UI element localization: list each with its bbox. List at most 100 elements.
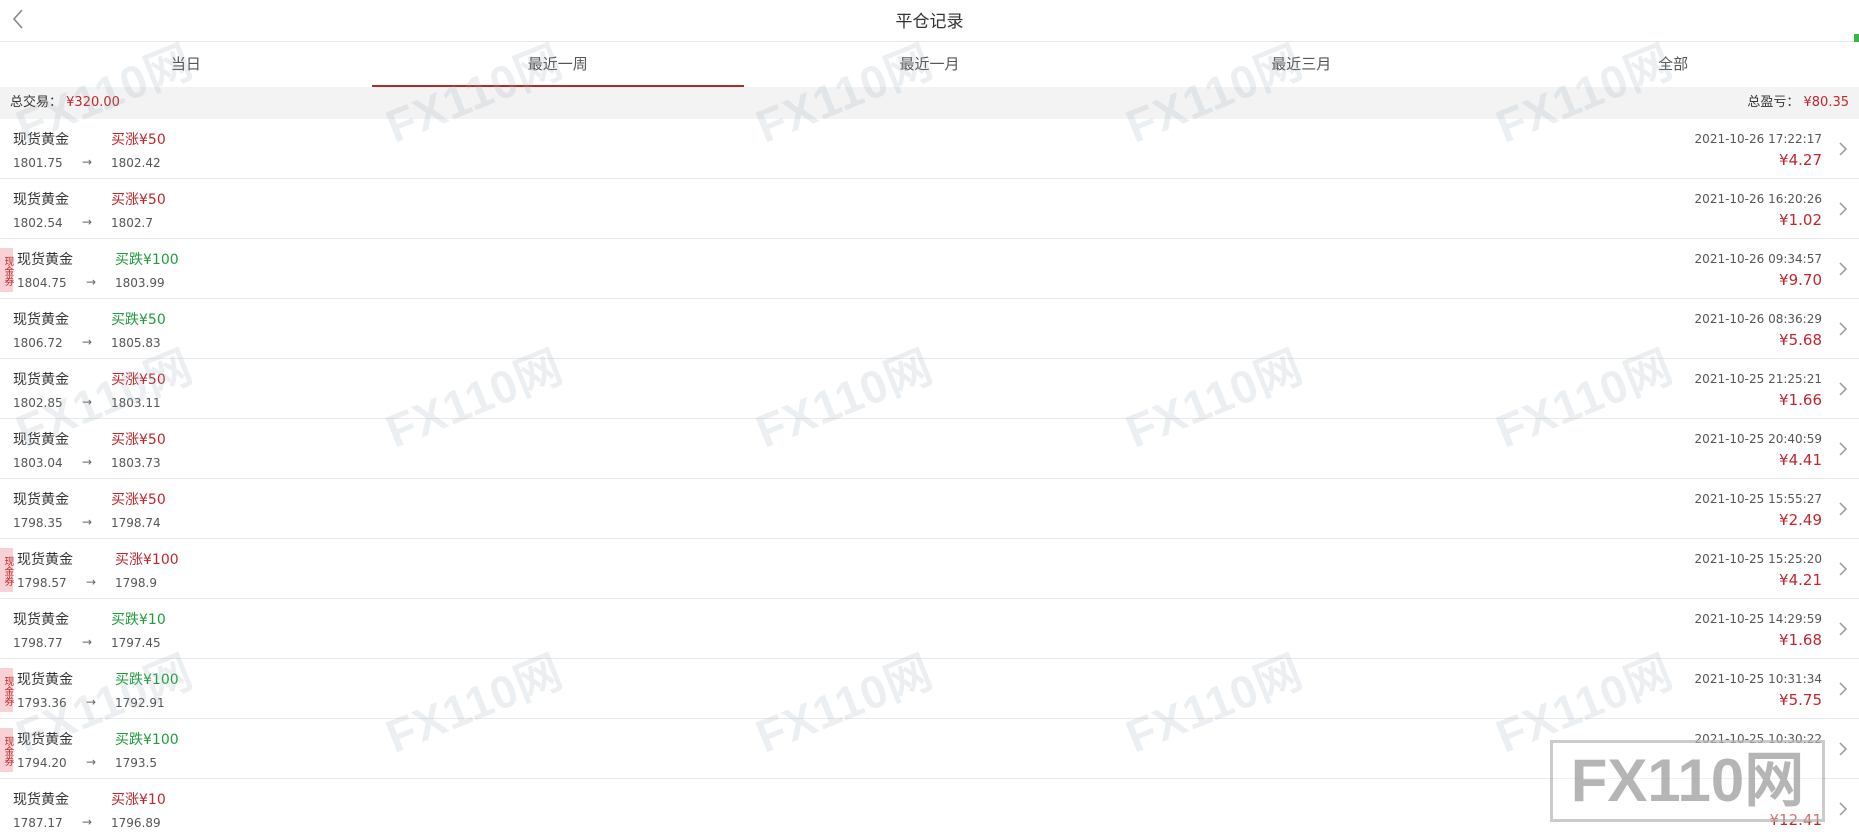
closed-position-list: 现货黄金 买涨¥50 1801.75 → 1802.42 2021-10-26 17:22… — [0, 119, 1859, 838]
total-pl-label: 总盈亏： — [1747, 95, 1800, 110]
open-price: 1794.20 — [17, 756, 67, 770]
chevron-right-icon — [1839, 622, 1848, 636]
open-price: 1803.04 — [13, 456, 63, 470]
trade-row[interactable]: 现货黄金 买涨¥50 1801.75 → 1802.42 2021-10-26 17:22… — [0, 119, 1859, 179]
arrow-icon: → — [82, 335, 93, 349]
total-pl-value: ¥80.35 — [1803, 95, 1850, 110]
arrow-icon: → — [82, 815, 93, 829]
close-price: 1802.42 — [111, 156, 161, 170]
open-price: 1798.77 — [13, 636, 63, 650]
profit-value: ¥1.66 — [1779, 391, 1822, 409]
trade-row[interactable]: 现金券 现货黄金 买涨¥100 1798.57 → 1798.9 2021-10-25 15… — [0, 539, 1859, 599]
trade-row[interactable]: 现货黄金 买涨¥50 1803.04 → 1803.73 2021-10-25 20:40… — [0, 419, 1859, 479]
direction-amount: 买跌¥100 — [115, 672, 179, 688]
close-time: 2021-10-25 14:29:59 — [1694, 612, 1822, 626]
trade-row[interactable]: 现货黄金 买涨¥50 1802.54 → 1802.7 2021-10-26 16:20:… — [0, 179, 1859, 239]
open-price: 1801.75 — [13, 156, 63, 170]
trade-row[interactable]: 现货黄金 买涨¥10 1787.17 → 1796.89 ¥12.41 — [0, 779, 1859, 838]
profit-value: ¥4.27 — [1779, 151, 1822, 169]
chevron-right-icon — [1839, 142, 1848, 156]
close-price: 1803.11 — [111, 396, 161, 410]
chevron-right-icon — [1839, 322, 1848, 336]
open-price: 1798.35 — [13, 516, 63, 530]
chevron-right-icon — [1839, 202, 1848, 216]
arrow-icon: → — [82, 455, 93, 469]
arrow-icon: → — [82, 635, 93, 649]
close-price: 1803.99 — [115, 276, 165, 290]
direction-amount: 买涨¥50 — [111, 132, 166, 148]
close-price: 1798.74 — [111, 516, 161, 530]
product-name: 现货黄金 — [13, 372, 69, 388]
profit-value: ¥2.49 — [1779, 511, 1822, 529]
direction-amount: 买涨¥50 — [111, 492, 166, 508]
close-time: 2021-10-25 21:25:21 — [1694, 372, 1822, 386]
total-trade: 总交易： ¥320.00 — [10, 87, 120, 119]
close-time: 2021-10-25 10:30:22 — [1694, 732, 1822, 746]
trade-row[interactable]: 现货黄金 买跌¥50 1806.72 → 1805.83 2021-10-26 08:36… — [0, 299, 1859, 359]
period-tabs: 当日 最近一周 最近一月 最近三月 全部 — [0, 42, 1859, 87]
chevron-right-icon — [1839, 682, 1848, 696]
open-price: 1793.36 — [17, 696, 67, 710]
trade-row[interactable]: 现货黄金 买跌¥10 1798.77 → 1797.45 2021-10-25 14:29… — [0, 599, 1859, 659]
close-time: 2021-10-26 17:22:17 — [1694, 132, 1822, 146]
close-time: 2021-10-25 15:25:20 — [1694, 552, 1822, 566]
open-price: 1802.54 — [13, 216, 63, 230]
trade-row[interactable]: 现金券 现货黄金 买跌¥100 1793.36 → 1792.91 2021-10-25 1… — [0, 659, 1859, 719]
tab-4[interactable]: 全部 — [1487, 42, 1859, 87]
arrow-icon: → — [82, 155, 93, 169]
direction-amount: 买跌¥10 — [111, 612, 166, 628]
close-time: 2021-10-26 09:34:57 — [1694, 252, 1822, 266]
close-price: 1805.83 — [111, 336, 161, 350]
direction-amount: 买涨¥100 — [115, 552, 179, 568]
coupon-badge: 现金券 — [0, 668, 13, 712]
close-price: 1792.91 — [115, 696, 165, 710]
header-bar: 平仓记录 — [0, 0, 1859, 42]
arrow-icon: → — [86, 755, 97, 769]
trade-row[interactable]: 现货黄金 买涨¥50 1798.35 → 1798.74 2021-10-25 15:55… — [0, 479, 1859, 539]
product-name: 现货黄金 — [13, 432, 69, 448]
profit-value: ¥5.75 — [1779, 691, 1822, 709]
direction-amount: 买跌¥100 — [115, 732, 179, 748]
chevron-right-icon — [1839, 562, 1848, 576]
chevron-right-icon — [1839, 742, 1848, 756]
product-name: 现货黄金 — [13, 192, 69, 208]
tab-0[interactable]: 当日 — [0, 42, 372, 87]
total-trade-label: 总交易： — [10, 95, 63, 110]
coupon-badge: 现金券 — [0, 248, 13, 292]
chevron-right-icon — [1839, 382, 1848, 396]
product-name: 现货黄金 — [13, 132, 69, 148]
tab-3[interactable]: 最近三月 — [1115, 42, 1487, 87]
close-price: 1797.45 — [111, 636, 161, 650]
arrow-icon: → — [82, 215, 93, 229]
close-time: 2021-10-25 10:31:34 — [1694, 672, 1822, 686]
profit-value: ¥1.68 — [1779, 631, 1822, 649]
tab-2[interactable]: 最近一月 — [744, 42, 1116, 87]
chevron-right-icon — [1839, 802, 1848, 816]
direction-amount: 买涨¥50 — [111, 432, 166, 448]
arrow-icon: → — [86, 275, 97, 289]
close-price: 1798.9 — [115, 576, 157, 590]
profit-value: ¥12.41 — [1769, 811, 1823, 829]
profit-value: ¥4.21 — [1779, 571, 1822, 589]
trade-row[interactable]: 现金券 现货黄金 买跌¥100 1804.75 → 1803.99 2021-10-26 0… — [0, 239, 1859, 299]
open-price: 1802.85 — [13, 396, 63, 410]
coupon-badge: 现金券 — [0, 548, 13, 592]
trade-row[interactable]: 现金券 现货黄金 买跌¥100 1794.20 → 1793.5 2021-10-25 10… — [0, 719, 1859, 779]
total-profit-loss: 总盈亏： ¥80.35 — [1747, 87, 1849, 119]
tab-1[interactable]: 最近一周 — [371, 42, 744, 87]
direction-amount: 买跌¥100 — [115, 252, 179, 268]
close-price: 1793.5 — [115, 756, 157, 770]
arrow-icon: → — [82, 515, 93, 529]
profit-value: ¥4.41 — [1779, 451, 1822, 469]
trade-row[interactable]: 现货黄金 买涨¥50 1802.85 → 1803.11 2021-10-25 21:25… — [0, 359, 1859, 419]
direction-amount: 买跌¥50 — [111, 312, 166, 328]
coupon-badge: 现金券 — [0, 728, 13, 772]
arrow-icon: → — [82, 395, 93, 409]
product-name: 现货黄金 — [17, 552, 73, 568]
profit-value: ¥9.70 — [1779, 271, 1822, 289]
product-name: 现货黄金 — [17, 252, 73, 268]
close-price: 1802.7 — [111, 216, 153, 230]
close-time: 2021-10-26 16:20:26 — [1694, 192, 1822, 206]
total-trade-value: ¥320.00 — [66, 95, 120, 110]
app-root: 平仓记录 当日 最近一周 最近一月 最近三月 全部 总交易： ¥320.00 总盈亏： … — [0, 0, 1859, 838]
